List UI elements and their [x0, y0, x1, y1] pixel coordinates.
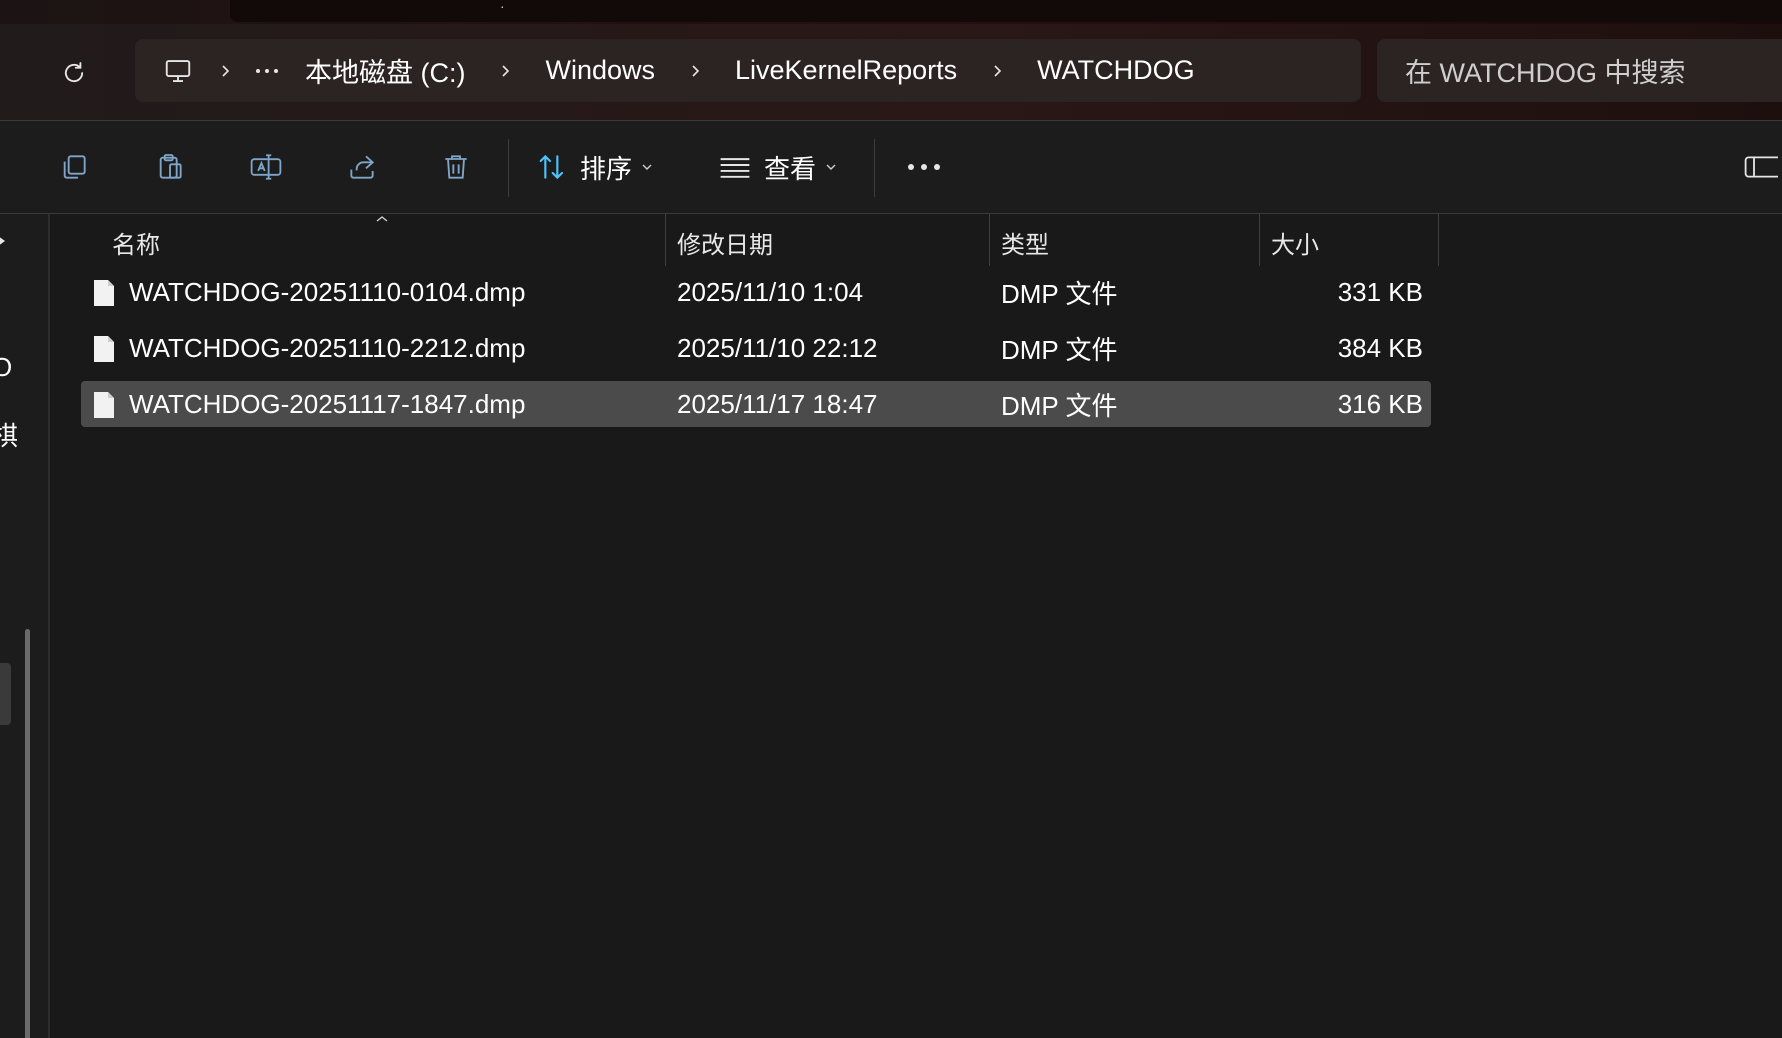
- monitor-icon: [165, 59, 191, 82]
- paste-button[interactable]: [146, 143, 194, 191]
- file-type: DMP 文件: [1001, 390, 1118, 421]
- nav-item-fragment[interactable]: ): [0, 868, 1, 899]
- column-header-name[interactable]: 名称: [112, 214, 672, 270]
- sort-menu-button[interactable]: 排序: [536, 143, 654, 191]
- paste-icon: [159, 154, 182, 179]
- file-icon: [94, 336, 114, 362]
- breadcrumb-separator[interactable]: [483, 51, 527, 91]
- toolbar-divider: [874, 139, 875, 197]
- search-placeholder: 在 WATCHDOG 中搜索: [1405, 58, 1686, 88]
- sort-icon: [539, 154, 564, 180]
- navigation-pane[interactable]: O 棋 ): [0, 214, 50, 1038]
- expand-chevron-icon: [0, 237, 5, 245]
- nav-item-fragment[interactable]: 棋: [0, 416, 18, 453]
- file-size: 316 KB: [1337, 388, 1423, 419]
- sort-label: 排序: [580, 153, 633, 184]
- file-modified: 2025/11/10 22:12: [677, 332, 878, 363]
- file-size: 384 KB: [1337, 332, 1423, 363]
- tab-strip: ·: [230, 0, 1782, 22]
- search-input[interactable]: 在 WATCHDOG 中搜索: [1377, 39, 1782, 102]
- breadcrumb-separator[interactable]: [203, 51, 247, 91]
- ellipsis-icon: [256, 68, 278, 73]
- file-icon: [94, 280, 114, 306]
- column-header-modified-label: 修改日期: [677, 231, 773, 259]
- delete-button[interactable]: [432, 143, 480, 191]
- nav-item-fragment[interactable]: O: [0, 352, 12, 383]
- file-row[interactable]: WATCHDOG-20251110-2212.dmp 2025/11/10 22…: [81, 325, 1431, 371]
- column-header-modified[interactable]: 修改日期: [677, 214, 997, 270]
- column-header-size-label: 大小: [1271, 231, 1319, 259]
- file-size: 331 KB: [1337, 276, 1423, 307]
- more-icon: [908, 164, 940, 170]
- rename-button[interactable]: [242, 143, 290, 191]
- breadcrumb-item-livekernelreports[interactable]: LiveKernelReports: [717, 49, 975, 93]
- chevron-right-icon: [502, 64, 510, 77]
- refresh-icon: [64, 62, 84, 83]
- file-icon: [94, 392, 114, 418]
- more-options-button[interactable]: [900, 143, 948, 191]
- chevron-right-icon: [222, 64, 230, 77]
- refresh-button[interactable]: [50, 50, 98, 96]
- chevron-right-icon: [994, 64, 1002, 77]
- nav-selected-indicator: [0, 663, 11, 725]
- view-label: 查看: [764, 153, 817, 184]
- column-header-name-label: 名称: [112, 231, 160, 259]
- file-name: WATCHDOG-20251110-0104.dmp: [129, 276, 526, 307]
- file-row[interactable]: WATCHDOG-20251110-0104.dmp 2025/11/10 1:…: [81, 269, 1431, 315]
- toolbar-divider: [508, 139, 509, 197]
- share-button[interactable]: [338, 143, 386, 191]
- command-bar: 排序 查看: [0, 121, 1782, 214]
- column-separator[interactable]: [1259, 214, 1260, 266]
- file-type: DMP 文件: [1001, 334, 1118, 365]
- tab-glyph: ·: [500, 0, 505, 14]
- file-name: WATCHDOG-20251117-1847.dmp: [129, 388, 526, 419]
- column-separator[interactable]: [1438, 214, 1439, 266]
- copy-icon: [63, 155, 86, 179]
- chevron-right-icon: [692, 64, 700, 77]
- share-icon: [350, 155, 375, 179]
- sort-ascending-icon: [376, 216, 388, 222]
- file-modified: 2025/11/10 1:04: [677, 276, 864, 307]
- view-menu-button[interactable]: 查看: [718, 143, 838, 191]
- breadcrumb-separator[interactable]: [975, 51, 1019, 91]
- details-pane-button[interactable]: [1742, 143, 1782, 191]
- column-header-type-label: 类型: [1001, 231, 1049, 259]
- chevron-down-icon: [642, 164, 652, 170]
- column-separator[interactable]: [665, 214, 666, 266]
- file-modified: 2025/11/17 18:47: [677, 388, 878, 419]
- column-header-size[interactable]: 大小: [1271, 214, 1441, 270]
- breadcrumb-more-button[interactable]: [247, 51, 287, 91]
- file-list[interactable]: 名称 修改日期 类型 大小 WATCHDOG-20251110-0104.dmp…: [50, 214, 1782, 1038]
- delete-icon: [445, 155, 467, 179]
- file-name: WATCHDOG-20251110-2212.dmp: [129, 332, 526, 363]
- rename-icon: [250, 154, 282, 180]
- title-bar: ·: [0, 0, 1782, 24]
- breadcrumb[interactable]: 本地磁盘 (C:) Windows LiveKernelReports WATC…: [135, 39, 1361, 102]
- column-header-type[interactable]: 类型: [1001, 214, 1261, 270]
- column-separator[interactable]: [989, 214, 990, 266]
- nav-scrollbar[interactable]: [25, 629, 30, 1038]
- copy-button[interactable]: [50, 143, 98, 191]
- this-pc-button[interactable]: [153, 51, 203, 91]
- breadcrumb-item-watchdog[interactable]: WATCHDOG: [1019, 49, 1212, 93]
- details-pane-icon: [1744, 156, 1778, 178]
- address-row: 本地磁盘 (C:) Windows LiveKernelReports WATC…: [0, 24, 1782, 121]
- view-icon: [720, 158, 750, 178]
- breadcrumb-item-windows[interactable]: Windows: [527, 49, 673, 93]
- chevron-down-icon: [826, 164, 836, 170]
- file-row-selected[interactable]: WATCHDOG-20251117-1847.dmp 2025/11/17 18…: [81, 381, 1431, 427]
- breadcrumb-item-local-disk[interactable]: 本地磁盘 (C:): [287, 49, 483, 93]
- breadcrumb-separator[interactable]: [673, 51, 717, 91]
- file-type: DMP 文件: [1001, 278, 1118, 309]
